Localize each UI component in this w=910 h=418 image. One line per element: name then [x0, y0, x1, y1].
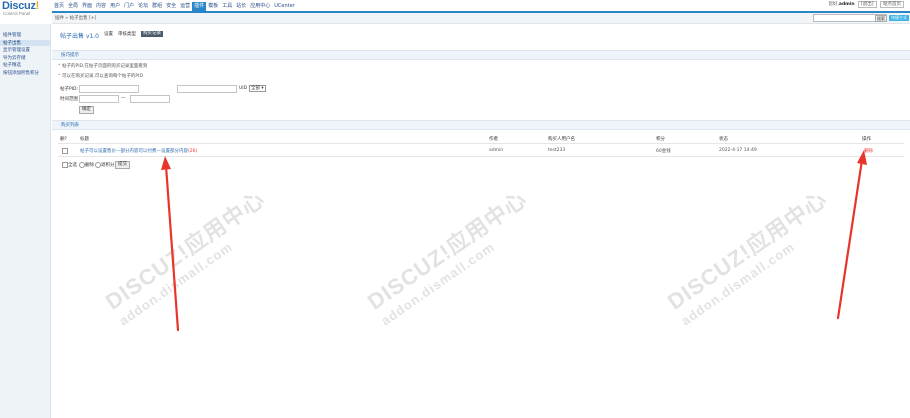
- arrow-to-delete: [836, 158, 864, 320]
- arrowhead-delete: [857, 150, 867, 165]
- arrowhead-title: [161, 156, 171, 170]
- annotation-arrows: [161, 150, 867, 332]
- arrow-to-title: [164, 164, 180, 332]
